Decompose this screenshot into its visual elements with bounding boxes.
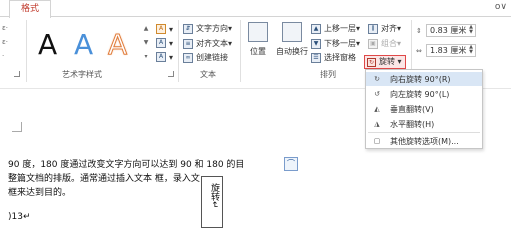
menu-item-rotate-left[interactable]: ↺ 向左旋转 90°(L) <box>366 87 482 101</box>
window-controls[interactable]: ο∨ <box>495 2 507 12</box>
align-text-icon: ≡ <box>183 38 193 49</box>
send-backward-icon: ▼ <box>311 38 321 49</box>
spinner-icon[interactable]: ▲ ▼ <box>469 25 473 35</box>
doc-line-4[interactable]: )13↵ <box>8 212 31 222</box>
height-input[interactable]: 0.83 厘米 ▲ ▼ <box>426 24 476 37</box>
link-icon: ∞ <box>183 52 193 63</box>
text-effects-button[interactable]: A ▾ <box>156 52 173 62</box>
align-text-button[interactable]: ≡ 对齐文本 ▾ <box>183 38 232 49</box>
doc-line-1[interactable]: 90 度，180 度通过改变文字方向可以达到 90 和 180 的目 <box>8 157 244 170</box>
doc-line-2[interactable]: 整篇文档的排版。通常通过插入文本 框，录入文 <box>8 171 200 184</box>
bring-forward-button[interactable]: ▲ 上移一层 ▾ <box>311 23 360 34</box>
doc-line-3[interactable]: 框来达到目的。 <box>8 185 71 198</box>
gallery-scroll[interactable]: ▲ ▼ ▾ <box>142 22 150 66</box>
text-direction-button[interactable]: ⇵ 文字方向 ▾ <box>183 23 232 34</box>
width-icon: ⇔ <box>416 47 422 55</box>
menu-divider <box>368 132 480 133</box>
group-divider <box>26 20 27 82</box>
more-rotation-options-icon: ▢ <box>373 137 381 145</box>
wordart-style-orange[interactable]: A <box>107 28 127 62</box>
margin-mark <box>12 122 22 132</box>
dialog-launcher-icon[interactable] <box>14 71 20 77</box>
text-effects-icon: A <box>156 52 166 62</box>
left-edge-control[interactable]: ɛ· <box>2 24 8 32</box>
rotate-left-icon: ↺ <box>374 90 380 98</box>
wordart-style-blue[interactable]: A <box>74 28 93 61</box>
selection-pane-button[interactable]: ☰ 选择窗格 <box>311 52 356 63</box>
text-fill-button[interactable]: A ▾ <box>156 24 173 34</box>
tab-strip: 格式 ο∨ <box>0 0 511 18</box>
selection-pane-icon: ☰ <box>311 52 321 63</box>
gallery-expand-icon[interactable]: ▾ <box>142 50 150 64</box>
menu-item-more-options[interactable]: ▢ 其他旋转选项(M)... <box>366 134 482 148</box>
send-backward-button[interactable]: ▼ 下移一层 ▾ <box>311 38 360 49</box>
group-divider <box>240 20 241 82</box>
rotate-icon: ↻ <box>367 58 376 67</box>
group-divider <box>178 20 179 82</box>
menu-item-flip-horizontal[interactable]: ◮ 水平翻转(H) <box>366 117 482 131</box>
text-direction-icon: ⇵ <box>183 23 193 34</box>
flip-horizontal-icon: ◮ <box>374 120 380 128</box>
text-outline-icon: A <box>156 38 166 48</box>
rotate-right-icon: ↻ <box>374 75 380 83</box>
layout-options-icon[interactable]: ⌒ <box>284 157 298 171</box>
rotated-textbox[interactable]: 旋转↵ <box>201 176 223 228</box>
position-icon <box>248 22 268 42</box>
align-icon: ⫼ <box>368 23 378 34</box>
wordart-style-black[interactable]: A <box>38 28 57 61</box>
left-edge-control[interactable]: ɛ· <box>2 38 8 46</box>
arrange-group-label: 排列 <box>320 70 336 79</box>
create-link-button[interactable]: ∞ 创建链接 <box>183 52 228 63</box>
height-icon: ⇕ <box>416 27 422 35</box>
spinner-icon[interactable]: ▲ ▼ <box>469 45 473 55</box>
wordart-group-label: 艺术字样式 <box>62 70 102 79</box>
group-icon: ▣ <box>368 38 378 49</box>
group-button[interactable]: ▣ 组合 ▾ <box>368 38 401 49</box>
position-button[interactable]: 位置 <box>243 22 273 57</box>
wordart-launcher-icon[interactable] <box>168 71 174 77</box>
menu-item-flip-vertical[interactable]: ◭ 垂直翻转(V) <box>366 102 482 116</box>
bring-forward-icon: ▲ <box>311 23 321 34</box>
scroll-up-icon[interactable]: ▲ <box>142 22 150 36</box>
text-group-label: 文本 <box>200 70 216 79</box>
flip-vertical-icon: ◭ <box>374 105 380 113</box>
width-input[interactable]: 1.83 厘米 ▲ ▼ <box>426 44 476 57</box>
align-button[interactable]: ⫼ 对齐 ▾ <box>368 23 401 34</box>
wrap-text-button[interactable]: 自动换行 <box>274 22 310 57</box>
left-edge-control[interactable]: · <box>2 52 4 60</box>
rotate-button[interactable]: ↻ 旋转 ▾ <box>364 55 406 69</box>
menu-item-rotate-right[interactable]: ↻ 向右旋转 90°(R) <box>366 72 482 86</box>
text-outline-button[interactable]: A ▾ <box>156 38 173 48</box>
rotate-menu: ↻ 向右旋转 90°(R) ↺ 向左旋转 90°(L) ◭ 垂直翻转(V) ◮ 水平翻转… <box>365 69 483 149</box>
tab-format[interactable]: 格式 <box>9 0 51 18</box>
wrap-text-icon <box>282 22 302 42</box>
text-fill-icon: A <box>156 24 166 34</box>
scroll-down-icon[interactable]: ▼ <box>142 36 150 50</box>
